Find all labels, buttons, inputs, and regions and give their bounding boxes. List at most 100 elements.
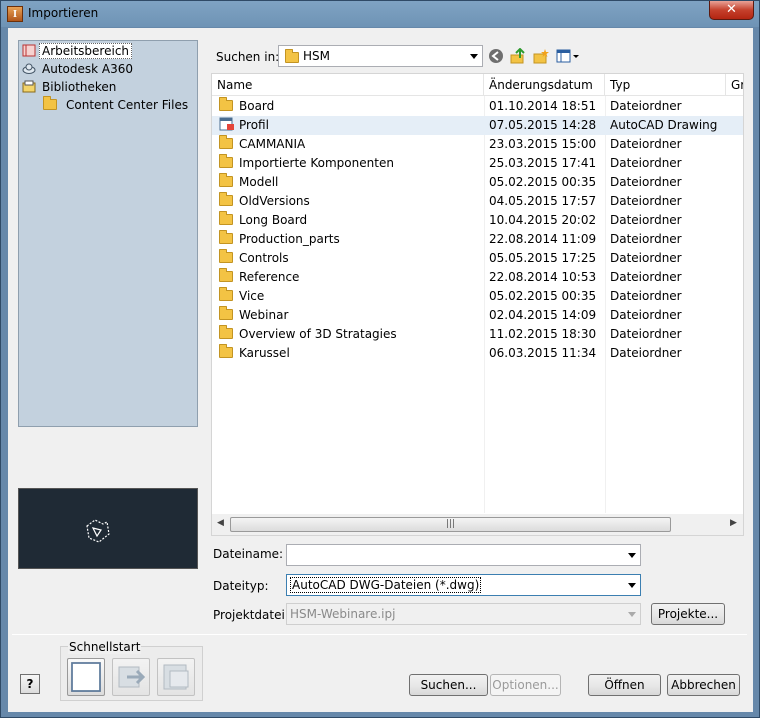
cloud-icon — [22, 63, 36, 74]
cell-date: 04.05.2015 17:57 — [489, 194, 597, 208]
up-folder-button[interactable] — [509, 47, 527, 65]
cell-date: 02.04.2015 14:09 — [489, 308, 597, 322]
sidebar-item-a360[interactable]: Autodesk A360 — [22, 61, 136, 78]
file-name: Board — [239, 99, 275, 113]
cell-date: 10.04.2015 20:02 — [489, 213, 597, 227]
close-button[interactable]: ✕ — [709, 1, 754, 20]
project-value: HSM-Webinare.ipj — [290, 607, 396, 621]
folder-icon — [219, 192, 233, 206]
project-select: HSM-Webinare.ipj — [286, 603, 641, 625]
scroll-right-icon[interactable]: ▶ — [730, 518, 737, 528]
table-row[interactable]: Production_parts 22.08.2014 11:09 Dateiord… — [212, 230, 743, 249]
table-row[interactable]: Reference 22.08.2014 10:53 Dateiordner — [212, 268, 743, 287]
chevron-down-icon[interactable] — [628, 553, 636, 558]
file-name: Overview of 3D Stratagies — [239, 327, 397, 341]
cell-name: OldVersions — [219, 192, 310, 211]
cell-name: Profil — [219, 116, 269, 135]
column-header-name[interactable]: Name — [212, 74, 484, 96]
folder-icon — [219, 287, 233, 301]
table-row[interactable]: Webinar 02.04.2015 14:09 Dateiordner — [212, 306, 743, 325]
cell-date: 01.10.2014 18:51 — [489, 99, 597, 113]
new-file-icon — [71, 662, 101, 692]
table-row[interactable]: Controls 05.05.2015 17:25 Dateiordner — [212, 249, 743, 268]
filetype-label: Dateityp: — [213, 579, 269, 593]
search-button[interactable]: Suchen... — [409, 674, 488, 696]
file-name: Vice — [239, 289, 265, 303]
scroll-thumb[interactable]: ||| — [230, 517, 671, 532]
folder-icon — [219, 230, 233, 244]
cell-type: Dateiordner — [610, 346, 682, 360]
list-header: Name Änderungsdatum Typ Gr — [212, 74, 743, 96]
new-folder-icon — [533, 49, 549, 64]
cancel-button[interactable]: Abbrechen — [667, 674, 740, 696]
window-title: Importieren — [28, 6, 99, 20]
folder-icon — [219, 211, 233, 225]
table-row[interactable]: Vice 05.02.2015 00:35 Dateiordner — [212, 287, 743, 306]
cell-type: Dateiordner — [610, 232, 682, 246]
folder-icon — [43, 96, 57, 110]
file-name: Karussel — [239, 346, 290, 360]
chevron-down-icon[interactable] — [628, 583, 636, 588]
cell-date: 05.02.2015 00:35 — [489, 289, 597, 303]
new-file-button[interactable] — [67, 658, 105, 696]
column-header-size[interactable]: Gr — [726, 74, 743, 96]
help-button[interactable]: ? — [20, 674, 40, 694]
table-row[interactable]: OldVersions 04.05.2015 17:57 Dateiordner — [212, 192, 743, 211]
table-row[interactable]: CAMMANIA 23.03.2015 15:00 Dateiordner — [212, 135, 743, 154]
table-row[interactable]: Long Board 10.04.2015 20:02 Dateiordner — [212, 211, 743, 230]
import-dialog: I Importieren ✕ Arbeitsbereich Autodesk … — [0, 0, 760, 718]
table-row[interactable]: Modell 05.02.2015 00:35 Dateiordner — [212, 173, 743, 192]
cell-date: 06.03.2015 11:34 — [489, 346, 597, 360]
dwg-preview-icon — [86, 519, 110, 543]
separator — [12, 634, 747, 635]
column-header-type[interactable]: Typ — [605, 74, 726, 96]
table-row[interactable]: Board 01.10.2014 18:51 Dateiordner — [212, 97, 743, 116]
cell-date: 25.03.2015 17:41 — [489, 156, 597, 170]
cell-type: AutoCAD Drawing — [610, 118, 718, 132]
open-button[interactable]: Öffnen — [588, 674, 661, 696]
horizontal-scrollbar[interactable]: ◀ ||| ▶ — [212, 514, 743, 535]
cell-type: Dateiordner — [610, 308, 682, 322]
sidebar-item-arbeitsbereich[interactable]: Arbeitsbereich — [22, 43, 133, 60]
view-grid-icon — [556, 49, 579, 63]
options-button: Optionen... — [490, 674, 561, 696]
folder-icon — [219, 306, 233, 320]
projects-button[interactable]: Projekte... — [651, 603, 725, 625]
table-row[interactable]: Profil 07.05.2015 14:28 AutoCAD Drawing — [212, 116, 743, 135]
lookin-combo[interactable]: HSM — [278, 45, 483, 67]
sidebar-item-label: Arbeitsbereich — [39, 43, 133, 59]
file-name: Reference — [239, 270, 300, 284]
folder-icon — [219, 173, 233, 187]
sidebar-item-label: Autodesk A360 — [42, 62, 133, 76]
dwg-file-icon — [219, 117, 234, 131]
app-icon: I — [7, 6, 23, 22]
cell-name: Reference — [219, 268, 299, 287]
scroll-left-icon[interactable]: ◀ — [217, 518, 224, 528]
folder-icon — [219, 249, 233, 263]
sidebar-item-content-center[interactable]: Content Center Files — [43, 96, 191, 114]
file-list[interactable]: Name Änderungsdatum Typ Gr Board 01.10.20… — [211, 73, 744, 536]
filetype-select[interactable]: AutoCAD DWG-Dateien (*.dwg) — [286, 574, 641, 596]
folder-icon — [219, 135, 233, 149]
lookin-label: Suchen in: — [216, 50, 280, 64]
cell-type: Dateiordner — [610, 99, 682, 113]
cell-type: Dateiordner — [610, 289, 682, 303]
help-icon: ? — [26, 677, 34, 691]
table-row[interactable]: Importierte Komponenten 25.03.2015 17:41 D… — [212, 154, 743, 173]
filename-field[interactable] — [286, 544, 641, 566]
cell-name: Long Board — [219, 211, 307, 230]
cell-date: 07.05.2015 14:28 — [489, 118, 597, 132]
table-row[interactable]: Karussel 06.03.2015 11:34 Dateiordner — [212, 344, 743, 363]
sidebar-item-bibliotheken[interactable]: Bibliotheken — [22, 79, 119, 96]
cell-name: Board — [219, 97, 274, 116]
places-pane: Arbeitsbereich Autodesk A360 Bibliotheke… — [18, 40, 198, 427]
new-folder-button[interactable] — [532, 47, 550, 65]
title-bar[interactable]: I Importieren ✕ — [1, 1, 759, 27]
cell-name: CAMMANIA — [219, 135, 305, 154]
back-button[interactable] — [487, 47, 505, 65]
project-icon — [163, 664, 189, 690]
column-header-date[interactable]: Änderungsdatum — [484, 74, 605, 96]
table-row[interactable]: Overview of 3D Stratagies 11.02.2015 18:3… — [212, 325, 743, 344]
lookin-value: HSM — [303, 49, 330, 63]
view-menu-button[interactable] — [556, 47, 580, 65]
